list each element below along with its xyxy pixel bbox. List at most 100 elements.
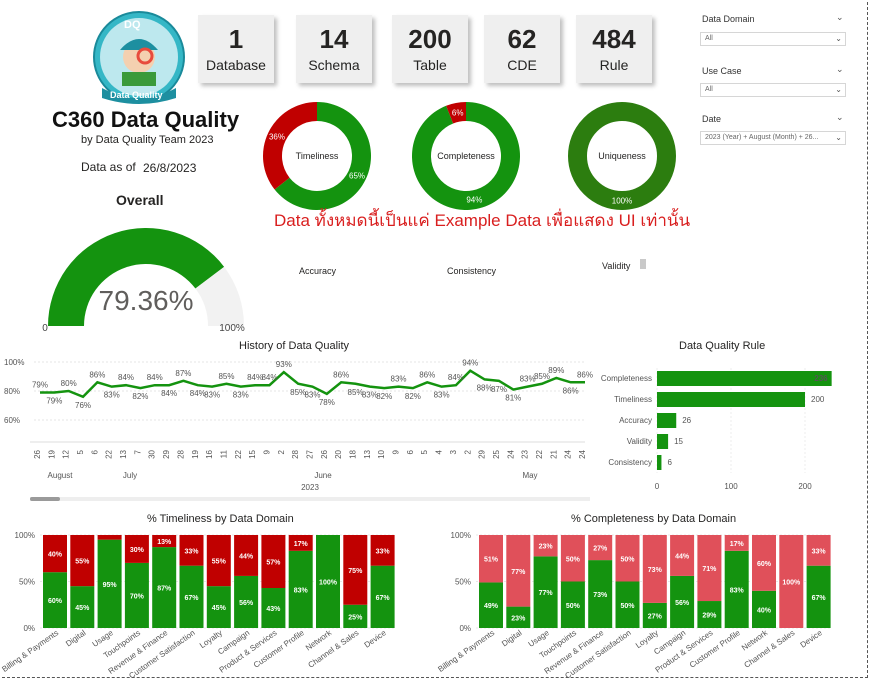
rule-bar	[657, 392, 805, 407]
category-label: Channel & Sales	[742, 628, 796, 670]
bar-bad-label: 17%	[730, 541, 745, 548]
history-data-label: 83%	[391, 375, 407, 384]
bar-good-label: 83%	[294, 587, 309, 594]
chevron-down-icon: ⌄	[835, 85, 842, 94]
bar-good-label: 40%	[757, 607, 772, 614]
category-label: Accuracy	[619, 416, 652, 425]
bar-bad-label: 13%	[157, 539, 172, 546]
bar-good-label: 56%	[675, 600, 690, 607]
category-label: Digital	[500, 628, 524, 648]
history-data-label: 84%	[147, 373, 163, 382]
x-day-tick: 24	[578, 449, 587, 458]
validity-label: Validity	[602, 261, 631, 271]
history-data-label: 79%	[46, 396, 62, 405]
category-label: Device	[363, 628, 389, 650]
completeness-donut[interactable]: Completeness 94% 6%	[410, 100, 522, 212]
x-day-tick: 19	[191, 449, 200, 458]
category-label: Timeliness	[614, 395, 652, 404]
x-day-tick: 25	[492, 449, 501, 458]
card-rule: 484 Rule	[576, 15, 652, 83]
bar-good-label: 50%	[620, 603, 635, 610]
x-day-tick: 13	[119, 449, 128, 458]
timeliness-domain-title: % Timeliness by Data Domain	[147, 513, 294, 525]
history-data-label: 83%	[233, 391, 249, 400]
bar-bad-label: 44%	[239, 553, 254, 560]
logo-caption: Data Quality	[110, 90, 163, 100]
history-title: History of Data Quality	[239, 340, 350, 352]
slicer-label-date: Date	[702, 114, 722, 124]
uniqueness-donut[interactable]: Uniqueness 100%	[566, 100, 678, 212]
x-day-tick: 15	[248, 449, 257, 458]
x-tick-label: 0	[655, 482, 660, 491]
bar-bad-label: 23%	[539, 544, 554, 551]
rule-value-label: 200	[811, 395, 825, 404]
x-day-tick: 7	[133, 449, 142, 454]
category-label: Channel & Sales	[306, 628, 360, 670]
data-domain-value: All	[705, 35, 713, 42]
history-data-label: 93%	[276, 360, 292, 369]
category-label: Validity	[627, 437, 652, 446]
history-data-label: 84%	[448, 373, 464, 382]
category-label: Customer Profile	[688, 628, 742, 670]
bar-good-label: 25%	[348, 614, 363, 621]
x-day-tick: 23	[521, 449, 530, 458]
x-day-tick: 24	[506, 449, 515, 458]
rule-bar-chart[interactable]: 0 100 200 Completeness 236 Timeliness 200 Accur…	[592, 360, 862, 495]
card-value: 1	[228, 24, 244, 54]
timeliness-domain-chart[interactable]: 100% 50% 0% 60% 40% Billing & Payments 45% 55% D…	[0, 526, 440, 678]
consistency-label: Consistency	[447, 266, 497, 276]
chevron-down-icon[interactable]: ⌄	[836, 12, 844, 23]
card-value: 14	[319, 24, 349, 54]
x-month-label: June	[314, 471, 332, 480]
data-domain-dropdown[interactable]: All ⌄	[700, 32, 846, 46]
rule-bar	[657, 371, 832, 386]
bar-bad-label: 60%	[757, 561, 772, 568]
x-day-tick: 9	[392, 449, 401, 454]
donut-bad-label: 6%	[452, 108, 464, 117]
date-dropdown[interactable]: 2023 (Year) + August (Month) + 26... ⌄	[700, 131, 846, 145]
history-data-label: 84%	[161, 389, 177, 398]
x-day-tick: 22	[234, 449, 243, 458]
card-value: 62	[507, 24, 537, 54]
history-data-label: 82%	[376, 392, 392, 401]
date-value: 2023 (Year) + August (Month) + 26...	[705, 134, 819, 141]
history-data-label: 84%	[261, 373, 277, 382]
accuracy-label: Accuracy	[299, 266, 337, 276]
history-data-label: 86%	[89, 370, 105, 379]
bar-bad-label: 75%	[348, 568, 363, 575]
completeness-domain-chart[interactable]: 100% 50% 0% 49% 51% Billing & Payments 23% 77% D…	[436, 526, 866, 678]
history-line-chart[interactable]: 100% 80% 60% 79% 79% 80% 76% 86% 83% 84% 82% 84% 84%…	[0, 352, 600, 497]
rule-bar	[657, 434, 669, 449]
x-month-label: May	[522, 471, 537, 480]
chevron-down-icon[interactable]: ⌄	[836, 112, 844, 123]
bar-bad-label: 73%	[648, 567, 663, 574]
data-as-of-label: Data as of	[81, 160, 136, 174]
rule-chart-title: Data Quality Rule	[679, 340, 766, 352]
history-scrollbar[interactable]	[30, 497, 590, 501]
bar-bad-label: 27%	[593, 546, 608, 553]
donut-good-label: 94%	[466, 196, 482, 205]
scrollbar-thumb[interactable]	[30, 497, 60, 501]
bar-bad-label: 50%	[566, 556, 581, 563]
bar-good-label: 87%	[157, 586, 172, 593]
history-data-label: 79%	[32, 380, 48, 389]
overall-label: Overall	[116, 192, 164, 208]
rule-bar	[657, 413, 677, 428]
chevron-down-icon[interactable]: ⌄	[836, 64, 844, 75]
history-data-label: 82%	[405, 392, 421, 401]
card-schema: 14 Schema	[296, 15, 372, 83]
timeliness-donut[interactable]: Timeliness 65% 36%	[261, 100, 373, 212]
x-month-label: August	[48, 471, 74, 480]
x-day-tick: 6	[406, 449, 415, 454]
bar-bad-label: 71%	[702, 566, 717, 573]
use-case-dropdown[interactable]: All ⌄	[700, 83, 846, 97]
category-label: Customer Profile	[252, 628, 306, 670]
history-data-label: 87%	[175, 369, 191, 378]
chevron-down-icon: ⌄	[835, 34, 842, 43]
y-tick-label: 80%	[4, 387, 20, 396]
y-tick-label: 50%	[19, 578, 35, 587]
card-label: Database	[206, 57, 266, 73]
bar-good-label: 83%	[730, 587, 745, 594]
x-day-tick: 10	[377, 449, 386, 458]
x-day-tick: 12	[62, 449, 71, 458]
